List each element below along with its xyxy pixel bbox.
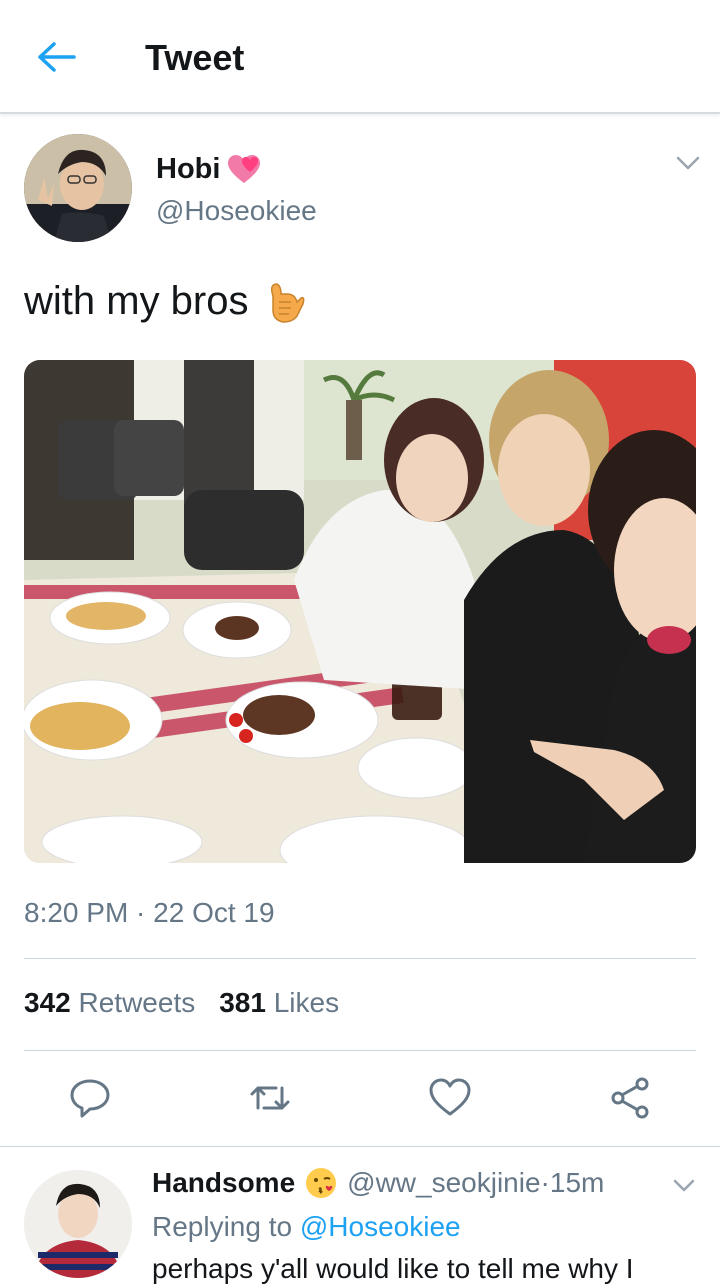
likes-stat[interactable]: 381 Likes <box>219 986 339 1020</box>
divider <box>24 1050 696 1051</box>
separator-dot: · <box>540 1167 550 1198</box>
author-name[interactable]: Hobi <box>156 152 220 186</box>
back-arrow-icon[interactable] <box>34 38 80 76</box>
retweets-label: Retweets <box>78 987 196 1018</box>
kissing-face-emoji-icon <box>305 1167 337 1199</box>
divider <box>0 1146 720 1147</box>
reply-text: perhaps y'all would like to tell me why … <box>152 1253 634 1284</box>
like-icon[interactable] <box>428 1076 472 1120</box>
reply-header: Handsome @ww_seokjinie · 15m <box>152 1166 604 1200</box>
retweets-stat[interactable]: 342 Retweets <box>24 986 195 1020</box>
tweet-timestamp: 8:20 PM · 22 Oct 19 <box>24 897 275 928</box>
call-me-hand-emoji-icon <box>263 278 305 324</box>
chevron-down-icon[interactable] <box>672 1176 696 1194</box>
divider <box>24 958 696 959</box>
tweet-text-content: with my bros <box>24 279 249 323</box>
reply-author-avatar[interactable] <box>24 1170 132 1278</box>
replying-prefix: Replying to <box>152 1211 300 1242</box>
reply-icon[interactable] <box>68 1076 112 1120</box>
chevron-down-icon[interactable] <box>674 152 702 174</box>
engagement-stats: 342 Retweets 381 Likes <box>24 986 339 1020</box>
author-avatar[interactable] <box>24 134 132 242</box>
share-icon[interactable] <box>608 1076 652 1120</box>
tweet-photo[interactable] <box>24 360 696 863</box>
retweet-icon[interactable] <box>248 1076 292 1120</box>
reply-time: 15m <box>549 1167 605 1198</box>
replying-mention-link[interactable]: @Hoseokiee <box>300 1211 461 1242</box>
author-handle[interactable]: @Hoseokiee <box>156 194 317 228</box>
likes-count: 381 <box>219 987 266 1018</box>
heart-emoji-icon <box>226 154 262 186</box>
replying-to: Replying to @Hoseokiee <box>152 1210 461 1244</box>
page-title: Tweet <box>145 37 245 78</box>
reply-author-handle[interactable]: @ww_seokjinie <box>347 1166 540 1200</box>
retweets-count: 342 <box>24 987 71 1018</box>
reply-author-name[interactable]: Handsome <box>152 1166 295 1200</box>
top-bar: Tweet <box>0 0 720 114</box>
tweet-text: with my bros <box>24 278 305 324</box>
likes-label: Likes <box>273 987 340 1018</box>
